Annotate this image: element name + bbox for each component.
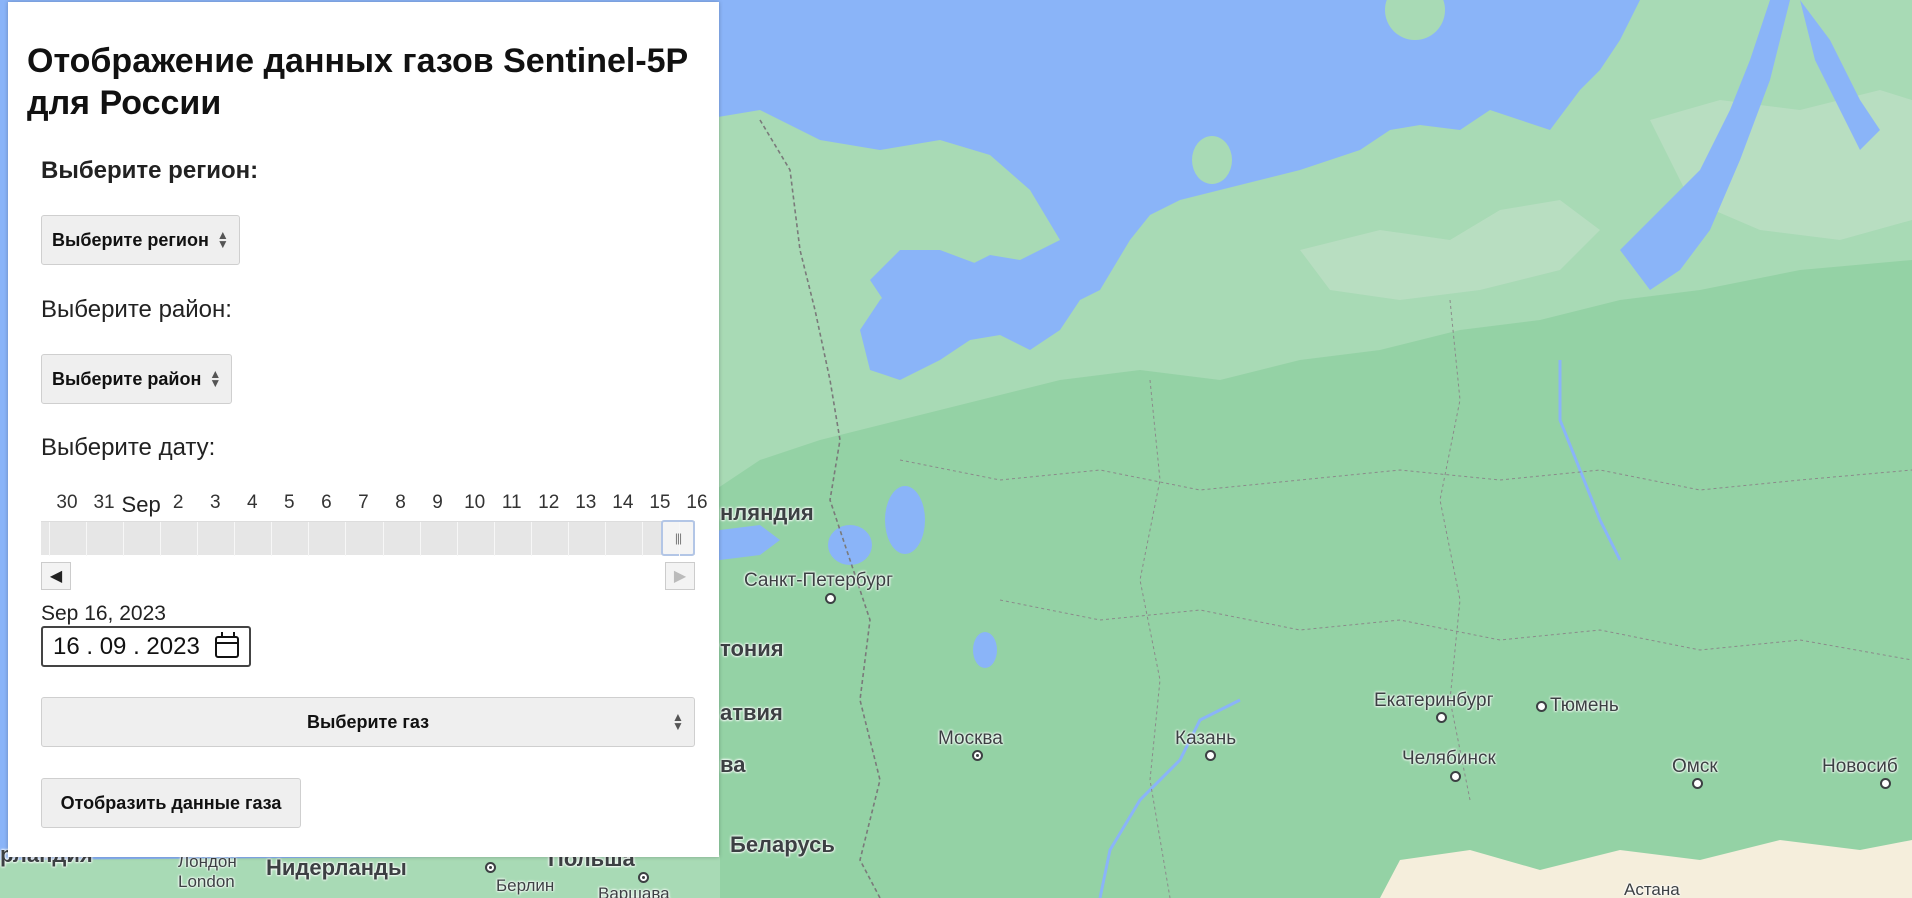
date-input[interactable]: 16 . 09 . 2023 bbox=[41, 626, 251, 667]
slider-tick-label: 8 bbox=[395, 492, 406, 513]
country-label-lithuania: ва bbox=[720, 752, 746, 777]
country-label-netherlands: Нидерланды bbox=[266, 855, 407, 880]
city-marker-novosibirsk bbox=[1880, 778, 1891, 789]
slider-tick-label: 31 bbox=[93, 492, 115, 513]
city-label-london-en: London bbox=[178, 872, 235, 891]
slider-tick-label: 13 bbox=[575, 492, 597, 513]
slider-segment bbox=[382, 522, 384, 556]
slider-segment bbox=[679, 522, 680, 556]
slider-tick-label: 2 bbox=[172, 492, 184, 513]
slider-segment bbox=[641, 522, 643, 556]
calendar-icon[interactable] bbox=[215, 631, 239, 658]
slider-tick-label: 11 bbox=[501, 492, 522, 513]
city-marker-amsterdam bbox=[485, 862, 496, 873]
updown-arrows-icon: ▲ ▼ bbox=[216, 228, 229, 251]
city-label-astana: Астана bbox=[1624, 880, 1680, 898]
country-label-estonia: тония bbox=[720, 636, 784, 661]
region-select[interactable]: Выберите регион ▲ ▼ bbox=[41, 215, 240, 265]
city-marker-yekaterinburg bbox=[1436, 712, 1447, 723]
city-label-yekaterinburg: Екатеринбург bbox=[1374, 690, 1494, 711]
city-label-spb: Санкт-Петербург bbox=[744, 570, 894, 591]
district-select[interactable]: Выберите район ▲ ▼ bbox=[41, 354, 233, 404]
selected-date-text: Sep 16, 2023 bbox=[41, 602, 166, 625]
control-panel: Отображение данных газов Sentinel-5P для… bbox=[8, 2, 719, 857]
city-label-moscow: Москва bbox=[938, 728, 1003, 749]
slider-segment bbox=[49, 522, 50, 556]
slider-tick-label: 30 bbox=[56, 492, 78, 513]
next-arrow-icon[interactable]: ▶ bbox=[665, 562, 695, 590]
city-marker-kazan bbox=[1205, 750, 1216, 761]
slider-segment bbox=[123, 522, 125, 556]
slider-tick-label: 15 bbox=[649, 492, 671, 513]
date-slider-track[interactable]: ||| bbox=[41, 520, 695, 556]
prev-arrow-icon[interactable]: ◀ bbox=[41, 562, 71, 590]
slider-segment bbox=[493, 522, 495, 556]
slider-segment bbox=[604, 522, 606, 556]
slider-tick-label: 10 bbox=[464, 492, 486, 513]
slider-segment bbox=[419, 522, 421, 556]
slider-ticks: 30 31 Sep 2 3 4 5 6 7 8 9 10 11 12 13 14 15 16 bbox=[41, 492, 707, 520]
city-label-kazan: Казань bbox=[1175, 728, 1237, 749]
city-marker-warsaw bbox=[638, 872, 649, 883]
slider-segment bbox=[271, 522, 273, 556]
updown-arrows-icon: ▲ ▼ bbox=[209, 367, 222, 390]
slider-segment bbox=[345, 522, 347, 556]
date-input-value: 16 . 09 . 2023 bbox=[53, 632, 200, 660]
slider-tick-label: 12 bbox=[538, 492, 560, 513]
gas-select[interactable]: Выберите газ ▲ ▼ bbox=[41, 697, 695, 747]
slider-segment bbox=[197, 522, 199, 556]
slider-handle[interactable]: ||| bbox=[661, 520, 695, 556]
country-label-belarus: Беларусь bbox=[730, 832, 835, 857]
district-label: Выберите район: bbox=[41, 296, 232, 323]
city-marker-moscow bbox=[972, 750, 983, 761]
slider-segment bbox=[86, 522, 88, 556]
slider-segment bbox=[234, 522, 236, 556]
slider-tick-label: 14 bbox=[612, 492, 634, 513]
slider-segment bbox=[567, 522, 569, 556]
slider-tick-label: 3 bbox=[209, 492, 221, 513]
country-label-latvia: атвия bbox=[720, 700, 783, 725]
city-label-berlin: Берлин bbox=[496, 876, 555, 895]
city-marker-spb bbox=[825, 593, 836, 604]
slider-segment bbox=[456, 522, 458, 556]
slider-segment bbox=[308, 522, 310, 556]
slider-segment bbox=[530, 522, 532, 556]
show-gas-button[interactable]: Отобразить данные газа bbox=[41, 778, 301, 828]
slider-tick-label: 5 bbox=[284, 492, 295, 513]
city-marker-chelyabinsk bbox=[1450, 771, 1461, 782]
page-title: Отображение данных газов Sentinel-5P для… bbox=[27, 42, 688, 122]
slider-tick-label: Sep bbox=[121, 492, 161, 517]
city-marker-tyumen bbox=[1536, 701, 1547, 712]
region-select-value: Выберите регион bbox=[52, 229, 209, 250]
date-label: Выберите дату: bbox=[41, 434, 216, 461]
slider-tick-label: 9 bbox=[432, 492, 443, 513]
slider-tick-label: 4 bbox=[246, 492, 258, 513]
slider-segment bbox=[160, 522, 162, 556]
city-label-chelyabinsk: Челябинск bbox=[1402, 748, 1496, 769]
gas-select-value: Выберите газ bbox=[306, 711, 430, 732]
city-label-tyumen: Тюмень bbox=[1550, 695, 1619, 716]
slider-tick-label: 16 bbox=[686, 492, 708, 513]
district-select-value: Выберите район bbox=[52, 368, 202, 389]
country-label-finland: нляндия bbox=[720, 500, 814, 525]
city-label-omsk: Омск bbox=[1672, 756, 1718, 777]
updown-arrows-icon: ▲ ▼ bbox=[672, 710, 684, 733]
city-label-novosibirsk: Новосиб bbox=[1822, 756, 1898, 777]
city-marker-omsk bbox=[1692, 778, 1703, 789]
slider-tick-label: 6 bbox=[321, 492, 332, 513]
slider-tick-label: 7 bbox=[358, 492, 369, 513]
region-label: Выберите регион: bbox=[41, 157, 259, 184]
city-label-warsaw: Варшава bbox=[598, 884, 670, 898]
